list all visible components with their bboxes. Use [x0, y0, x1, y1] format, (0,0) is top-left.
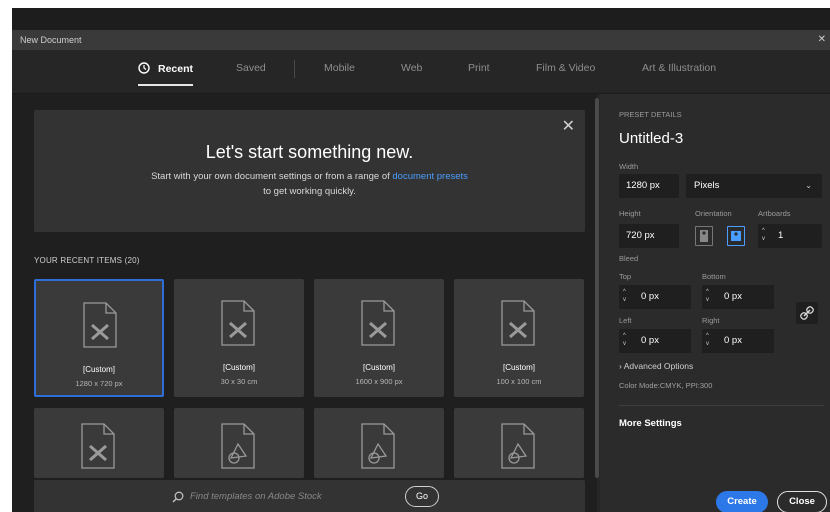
card-size: 100 x 100 cm [496, 377, 542, 386]
recent-item-card[interactable] [174, 408, 304, 478]
new-document-dialog: New Document ✕ Recent Saved Mobile Web P… [12, 8, 830, 512]
card-name: [Custom] [502, 363, 535, 372]
more-settings-link[interactable]: More Settings [619, 418, 682, 429]
divider [619, 405, 824, 406]
create-button[interactable]: Create [716, 491, 768, 512]
bleed-left-input[interactable]: ^ v 0 px [619, 329, 691, 353]
bleed-label: Bleed [619, 254, 639, 263]
preset-details-panel: PRESET DETAILS Untitled-3 Width 1280 px … [600, 94, 830, 512]
recent-item-card[interactable] [34, 408, 164, 478]
tab-print[interactable]: Print [468, 62, 490, 84]
landscape-orientation-icon[interactable] [727, 226, 745, 246]
tab-film-video[interactable]: Film & Video [536, 62, 595, 84]
shapes-file-icon [361, 423, 395, 469]
title-bar: New Document ✕ [12, 30, 830, 50]
stepper-icon[interactable]: ^ v [762, 227, 770, 243]
tab-art-illustration[interactable]: Art & Illustration [642, 62, 716, 84]
orientation-label: Orientation [695, 209, 732, 218]
banner-heading: Let's start something new. [205, 142, 414, 162]
height-input[interactable]: 720 px [619, 224, 679, 248]
clock-icon [138, 62, 150, 74]
recent-item-card[interactable] [454, 408, 584, 478]
height-label: Height [619, 209, 641, 218]
advanced-options-label: Advanced Options [623, 361, 694, 371]
link-bleed-icon[interactable] [796, 302, 818, 324]
bleed-right-value: 0 px [724, 335, 742, 346]
tab-recent[interactable]: Recent [138, 62, 194, 86]
document-file-icon [221, 300, 255, 346]
search-icon [172, 491, 184, 503]
card-size: 30 x 30 cm [220, 377, 258, 386]
color-mode-info: Color Mode:CMYK, PPI:300 [619, 381, 713, 390]
window-close-icon[interactable]: ✕ [818, 30, 826, 50]
stepper-icon[interactable]: ^ v [706, 332, 714, 348]
width-label: Width [619, 162, 639, 171]
scrollbar[interactable] [595, 98, 599, 478]
recent-item-card[interactable]: [Custom] 30 x 30 cm [174, 279, 304, 397]
left-label: Left [619, 316, 632, 325]
tab-recent-label: Recent [158, 63, 194, 75]
units-value: Pixels [694, 180, 720, 191]
document-file-icon [501, 300, 535, 346]
card-name: [Custom] [82, 365, 115, 374]
artboards-label: Artboards [758, 209, 791, 218]
width-input[interactable]: 1280 px [619, 174, 679, 198]
banner-line2: to get working quickly. [263, 186, 356, 197]
card-size: 1280 x 720 px [75, 379, 123, 388]
shapes-file-icon [501, 423, 535, 469]
recent-item-card[interactable]: [Custom] 1280 x 720 px [34, 279, 164, 397]
card-size: 1600 x 900 px [355, 377, 403, 386]
chevron-right-icon: › [619, 361, 622, 371]
bleed-right-input[interactable]: ^ v 0 px [702, 329, 774, 353]
banner-close-icon[interactable]: ✕ [562, 116, 575, 136]
top-strip [12, 8, 830, 30]
bleed-left-value: 0 px [641, 335, 659, 346]
chevron-down-icon: ⌄ [805, 181, 812, 190]
recent-item-card[interactable] [314, 408, 444, 478]
bleed-top-value: 0 px [641, 291, 659, 302]
tab-web[interactable]: Web [401, 62, 422, 84]
document-file-icon [81, 423, 115, 469]
card-name: [Custom] [362, 363, 395, 372]
portrait-orientation-icon[interactable] [695, 226, 713, 246]
top-label: Top [619, 272, 632, 281]
artboards-value: 1 [778, 230, 784, 241]
recent-items-count: (20) [124, 256, 140, 265]
stock-search-input[interactable]: Find templates on Adobe Stock [190, 491, 322, 502]
window-title: New Document [20, 35, 82, 45]
tab-bar: Recent Saved Mobile Web Print Film & Vid… [12, 50, 830, 94]
document-file-icon [361, 300, 395, 346]
welcome-banner: ✕ Let's start something new. Start with … [34, 110, 585, 232]
stepper-icon[interactable]: ^ v [706, 288, 714, 304]
close-button[interactable]: Close [777, 491, 827, 512]
recent-items-label: YOUR RECENT ITEMS (20) [34, 256, 140, 265]
document-name-field[interactable]: Untitled-3 [619, 130, 683, 147]
go-button[interactable]: Go [405, 486, 439, 507]
bottom-label: Bottom [702, 272, 726, 281]
artboards-input[interactable]: ^ v 1 [758, 224, 822, 248]
recent-item-card[interactable]: [Custom] 100 x 100 cm [454, 279, 584, 397]
stepper-icon[interactable]: ^ v [623, 288, 631, 304]
units-select[interactable]: Pixels ⌄ [686, 174, 822, 198]
stepper-icon[interactable]: ^ v [623, 332, 631, 348]
recent-item-card[interactable]: [Custom] 1600 x 900 px [314, 279, 444, 397]
shapes-file-icon [221, 423, 255, 469]
preset-details-label: PRESET DETAILS [619, 110, 682, 119]
banner-line1: Start with your own document settings or… [151, 171, 393, 182]
advanced-options-toggle[interactable]: › Advanced Options [619, 361, 693, 371]
tab-mobile[interactable]: Mobile [324, 62, 355, 84]
banner-text: Start with your own document settings or… [34, 169, 585, 199]
tab-saved[interactable]: Saved [236, 62, 266, 84]
bleed-bottom-input[interactable]: ^ v 0 px [702, 285, 774, 309]
document-presets-link[interactable]: document presets [392, 171, 468, 182]
bleed-bottom-value: 0 px [724, 291, 742, 302]
card-name: [Custom] [222, 363, 255, 372]
recent-items-title: YOUR RECENT ITEMS [34, 256, 123, 265]
stock-search-bar: Find templates on Adobe Stock Go [34, 480, 585, 512]
right-label: Right [702, 316, 720, 325]
document-file-icon [83, 302, 117, 348]
main-panel: ✕ Let's start something new. Start with … [12, 94, 597, 512]
tab-separator [294, 60, 295, 78]
bleed-top-input[interactable]: ^ v 0 px [619, 285, 691, 309]
